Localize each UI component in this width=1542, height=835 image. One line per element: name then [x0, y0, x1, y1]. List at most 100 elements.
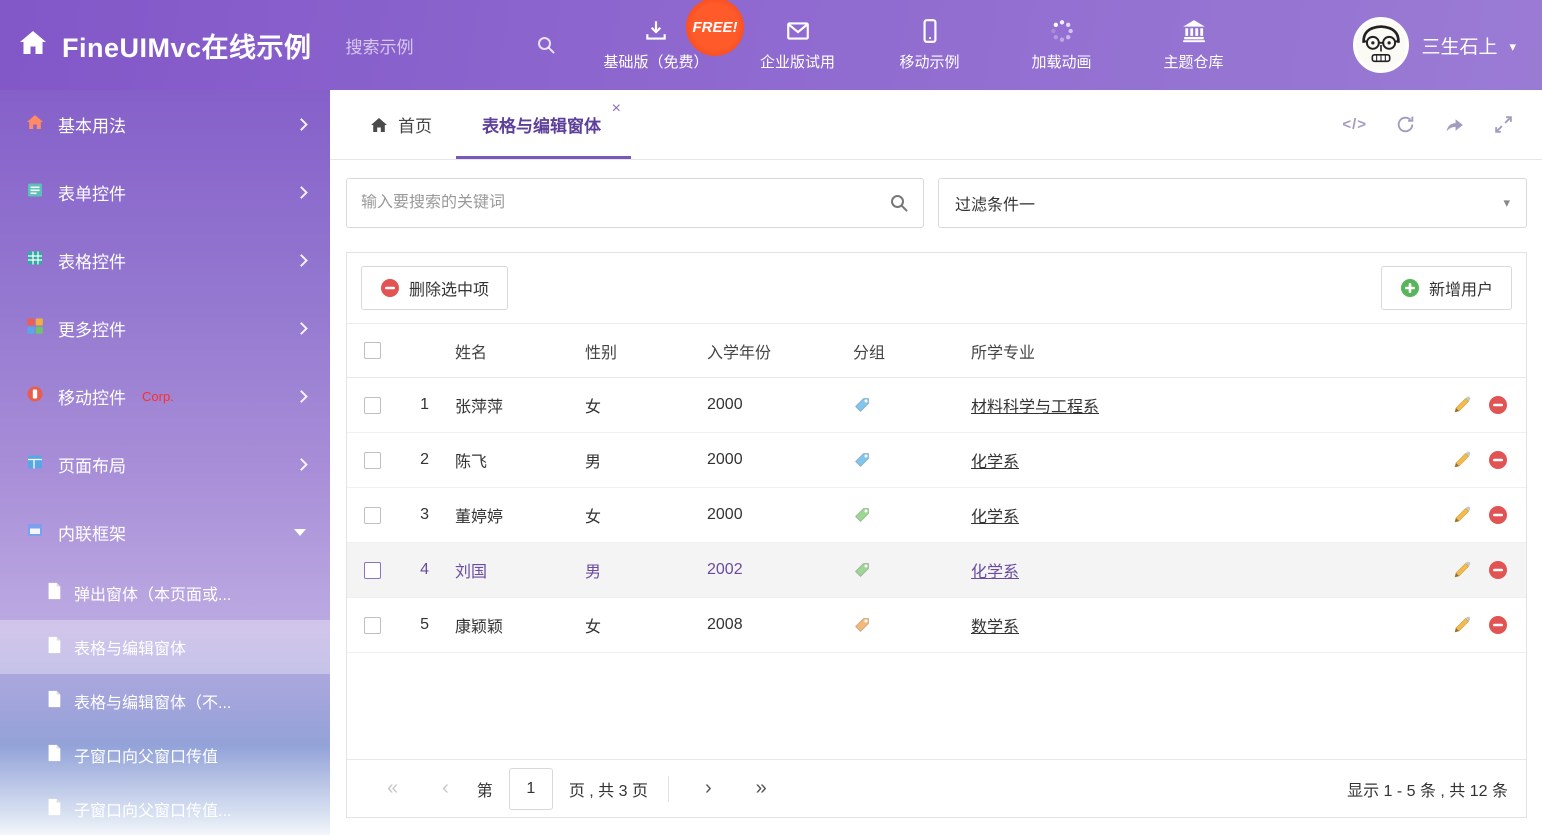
cell-gender: 女 — [575, 503, 697, 527]
row-checkbox[interactable] — [364, 617, 381, 634]
home-icon — [370, 116, 388, 134]
row-checkbox[interactable] — [364, 562, 381, 579]
home-icon — [26, 113, 44, 136]
brand[interactable]: FineUIMvc在线示例 — [0, 26, 312, 65]
sidebar-item-grid-controls[interactable]: 表格控件 — [0, 226, 330, 294]
sidebar: 基本用法 表单控件 表格控件 更多控件 移动控件 Corp. — [0, 90, 330, 835]
delete-row-icon[interactable] — [1488, 505, 1508, 525]
chevron-down-icon — [294, 529, 306, 536]
column-header-major: 所学专业 — [961, 339, 1418, 363]
file-icon — [46, 690, 62, 713]
edit-pencil-icon[interactable] — [1452, 395, 1472, 415]
form-icon — [26, 181, 44, 204]
sidebar-item-basic-usage[interactable]: 基本用法 — [0, 90, 330, 158]
nav-item-theme-store[interactable]: 主题仓库 — [1151, 18, 1237, 72]
delete-selected-button[interactable]: 删除选中项 — [361, 266, 508, 310]
tab-home[interactable]: 首页 — [346, 90, 456, 159]
pagination-bar: « ‹ 第 页 , 共 3 页 › » 显示 1 - 5 条 , 共 12 条 — [347, 759, 1526, 817]
tab-grid-edit-window[interactable]: 表格与编辑窗体 × — [456, 90, 631, 159]
row-number: 1 — [397, 396, 445, 414]
filter-dropdown[interactable]: 过滤条件一 ▾ — [938, 178, 1527, 228]
next-page-icon[interactable]: › — [683, 777, 734, 800]
table-row-selected: 4 刘国 男 2002 化学系 — [347, 543, 1526, 598]
cell-name: 张萍萍 — [445, 393, 575, 417]
expand-icon[interactable] — [1493, 114, 1514, 135]
header-search-placeholder: 搜索示例 — [346, 33, 414, 58]
delete-row-icon[interactable] — [1488, 615, 1508, 635]
nav-item-mobile-demo[interactable]: 移动示例 — [887, 18, 973, 72]
select-all-checkbox[interactable] — [364, 342, 381, 359]
user-avatar[interactable] — [1353, 17, 1409, 73]
sidebar-item-form-controls[interactable]: 表单控件 — [0, 158, 330, 226]
delete-row-icon[interactable] — [1488, 560, 1508, 580]
nav-item-loading-animation[interactable]: 加载动画 — [1019, 18, 1105, 72]
major-link[interactable]: 数学系 — [971, 619, 1019, 636]
page-number-input[interactable] — [509, 768, 553, 810]
edit-pencil-icon[interactable] — [1452, 615, 1472, 635]
nav-item-label: 基础版（免费） — [604, 51, 709, 72]
keyword-search-input[interactable] — [361, 194, 879, 212]
major-link[interactable]: 化学系 — [971, 454, 1019, 471]
tab-actions: </> — [1342, 90, 1542, 159]
row-checkbox[interactable] — [364, 397, 381, 414]
sidebar-subitem-child-to-parent-2[interactable]: 子窗口向父窗口传值... — [0, 782, 330, 835]
minus-circle-icon — [380, 278, 400, 298]
user-menu[interactable]: 三生石上 ▾ — [1353, 17, 1542, 73]
prev-page-icon[interactable]: ‹ — [420, 777, 471, 800]
sidebar-subitem-child-to-parent[interactable]: 子窗口向父窗口传值 — [0, 728, 330, 782]
chevron-right-icon — [295, 458, 308, 471]
nav-item-label: 主题仓库 — [1164, 51, 1224, 72]
row-checkbox[interactable] — [364, 452, 381, 469]
tag-icon — [853, 506, 871, 524]
sidebar-subitem-popup-window[interactable]: 弹出窗体（本页面或... — [0, 566, 330, 620]
header-search-icon[interactable] — [536, 35, 556, 55]
file-icon — [46, 582, 62, 605]
sidebar-item-page-layout[interactable]: 页面布局 — [0, 430, 330, 498]
row-checkbox[interactable] — [364, 507, 381, 524]
table-header-row: 姓名 性别 入学年份 分组 所学专业 — [347, 323, 1526, 378]
row-number: 3 — [397, 506, 445, 524]
last-page-icon[interactable]: » — [734, 777, 789, 800]
sidebar-item-more-controls[interactable]: 更多控件 — [0, 294, 330, 362]
brand-home-icon[interactable] — [18, 28, 48, 63]
sidebar-item-mobile-controls[interactable]: 移动控件 Corp. — [0, 362, 330, 430]
cell-year: 2000 — [697, 506, 843, 524]
keyword-search-box — [346, 178, 924, 228]
edit-pencil-icon[interactable] — [1452, 505, 1472, 525]
nav-item-enterprise-trial[interactable]: 企业版试用 — [755, 18, 841, 72]
sidebar-subitem-grid-edit-window-2[interactable]: 表格与编辑窗体（不... — [0, 674, 330, 728]
table-row: 3 董婷婷 女 2000 化学系 — [347, 488, 1526, 543]
table-icon — [26, 249, 44, 272]
share-icon[interactable] — [1444, 114, 1465, 135]
components-icon — [26, 317, 44, 340]
edit-pencil-icon[interactable] — [1452, 450, 1472, 470]
cell-year: 2000 — [697, 451, 843, 469]
tab-bar: 首页 表格与编辑窗体 × </> — [330, 90, 1542, 160]
delete-row-icon[interactable] — [1488, 450, 1508, 470]
major-link[interactable]: 化学系 — [971, 564, 1019, 581]
row-number: 5 — [397, 616, 445, 634]
cell-gender: 女 — [575, 393, 697, 417]
sidebar-item-iframe[interactable]: 内联框架 — [0, 498, 330, 566]
refresh-icon[interactable] — [1395, 114, 1416, 135]
cell-year: 2008 — [697, 616, 843, 634]
source-code-icon[interactable]: </> — [1342, 116, 1367, 133]
first-page-icon[interactable]: « — [365, 777, 420, 800]
edit-pencil-icon[interactable] — [1452, 560, 1472, 580]
add-user-button[interactable]: 新增用户 — [1381, 266, 1512, 310]
table-row: 2 陈飞 男 2000 化学系 — [347, 433, 1526, 488]
layout-icon — [26, 453, 44, 476]
user-caret-down-icon: ▾ — [1509, 39, 1516, 55]
close-icon[interactable]: × — [612, 100, 621, 118]
major-link[interactable]: 材料科学与工程系 — [971, 399, 1099, 416]
sidebar-subitem-grid-edit-window[interactable]: 表格与编辑窗体 — [0, 620, 330, 674]
app-title: FineUIMvc在线示例 — [62, 26, 312, 65]
tag-icon — [853, 616, 871, 634]
column-header-year: 入学年份 — [697, 339, 843, 363]
major-link[interactable]: 化学系 — [971, 509, 1019, 526]
delete-row-icon[interactable] — [1488, 395, 1508, 415]
row-number: 2 — [397, 451, 445, 469]
file-icon — [46, 798, 62, 821]
search-icon[interactable] — [889, 193, 909, 213]
header-search[interactable]: 搜索示例 — [346, 33, 556, 58]
